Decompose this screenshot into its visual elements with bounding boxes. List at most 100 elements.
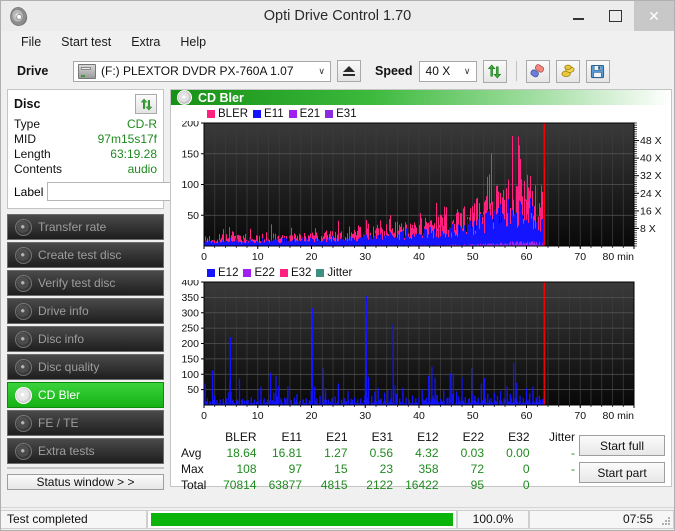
svg-text:60: 60 bbox=[521, 410, 533, 422]
sidebar-item-transfer-rate[interactable]: Transfer rate bbox=[7, 214, 164, 240]
svg-text:300: 300 bbox=[181, 307, 199, 319]
erase-button[interactable] bbox=[525, 59, 550, 83]
sidebar-item-label: FE / TE bbox=[38, 416, 79, 430]
disc-refresh-button[interactable] bbox=[135, 94, 157, 114]
legend-swatch bbox=[253, 110, 262, 118]
elapsed-time: 07:55 bbox=[529, 509, 674, 529]
svg-text:200: 200 bbox=[181, 338, 199, 350]
svg-text:150: 150 bbox=[181, 353, 199, 365]
stats-cell: 16.81 bbox=[271, 446, 302, 460]
menu-item-help[interactable]: Help bbox=[170, 33, 216, 51]
sidebar-item-cd-bler[interactable]: CD Bler bbox=[7, 382, 164, 408]
svg-text:400: 400 bbox=[181, 280, 199, 289]
stats-row-label: Total bbox=[181, 478, 207, 492]
disc-icon bbox=[15, 414, 32, 432]
svg-text:350: 350 bbox=[181, 292, 199, 304]
sidebar-item-label: CD Bler bbox=[38, 388, 81, 402]
disc-row-value: 63:19.28 bbox=[110, 147, 157, 161]
stats-row-max: Max 108 97 15 23 358 72 0 - bbox=[173, 461, 579, 477]
stats-cell: 4.32 bbox=[415, 446, 439, 460]
menu-item-file[interactable]: File bbox=[11, 33, 51, 51]
stats-cell: 0.03 bbox=[460, 446, 484, 460]
legend-label: BLER bbox=[218, 108, 249, 120]
disc-row-key: Type bbox=[14, 117, 41, 131]
progress-fill bbox=[151, 512, 453, 526]
sidebar-item-fe-te[interactable]: FE / TE bbox=[7, 410, 164, 436]
svg-text:48 X: 48 X bbox=[640, 135, 662, 147]
stats-row-label: Avg bbox=[181, 446, 202, 460]
minimize-button[interactable] bbox=[560, 1, 597, 31]
stats-cell: 23 bbox=[379, 462, 393, 476]
legend-label: E21 bbox=[299, 108, 321, 120]
svg-text:30: 30 bbox=[359, 251, 371, 263]
legend-swatch bbox=[207, 269, 215, 277]
legend-label: Jitter bbox=[327, 267, 353, 279]
stats-cell: 0 bbox=[522, 478, 530, 492]
speed-select-value: 40 X bbox=[425, 64, 451, 78]
status-window-button[interactable]: Status window > > bbox=[7, 474, 164, 490]
progress-bar bbox=[147, 509, 457, 529]
resize-grip-icon[interactable] bbox=[661, 517, 671, 527]
stats-col-jitter: Jitter bbox=[548, 430, 575, 444]
sidebar-item-label: Disc quality bbox=[38, 360, 100, 374]
stats-cell: 95 bbox=[470, 478, 484, 492]
drive-select[interactable]: (F:) PLEXTOR DVDR PX-760A 1.07 ∨ bbox=[73, 60, 331, 82]
legend-item-e22: E22 bbox=[243, 267, 275, 279]
stats-row-avg: Avg 18.64 16.81 1.27 0.56 4.32 0.03 0.00… bbox=[173, 445, 579, 461]
sidebar-item-verify-test-disc[interactable]: Verify test disc bbox=[7, 270, 164, 296]
stats-cell: 63877 bbox=[268, 478, 302, 492]
drive-icon bbox=[78, 63, 96, 79]
sidebar-item-label: Transfer rate bbox=[38, 220, 107, 234]
disc-icon bbox=[15, 386, 32, 404]
start-part-button[interactable]: Start part bbox=[579, 462, 665, 483]
refresh-button[interactable] bbox=[482, 59, 507, 83]
bookmark-button[interactable] bbox=[555, 59, 580, 83]
disc-info-header: Disc bbox=[14, 94, 157, 114]
svg-text:50: 50 bbox=[187, 210, 199, 222]
sidebar-item-disc-quality[interactable]: Disc quality bbox=[7, 354, 164, 380]
stats-cell: 358 bbox=[418, 462, 439, 476]
legend-swatch bbox=[243, 269, 252, 277]
app-disc-icon bbox=[7, 5, 29, 28]
svg-text:80 min: 80 min bbox=[602, 251, 634, 263]
legend-label: E31 bbox=[336, 108, 357, 120]
svg-text:32 X: 32 X bbox=[640, 170, 662, 182]
legend-label: E11 bbox=[264, 108, 284, 120]
stats-col-bler: BLER bbox=[225, 430, 257, 444]
stats-cell: 15 bbox=[334, 462, 348, 476]
svg-text:100: 100 bbox=[181, 369, 199, 381]
eject-button[interactable] bbox=[337, 60, 361, 82]
toolbar-divider bbox=[515, 61, 517, 81]
drive-label: Drive bbox=[17, 64, 49, 78]
close-button[interactable]: ✕ bbox=[634, 1, 674, 31]
speed-select[interactable]: 40 X ∨ bbox=[418, 60, 477, 82]
stats-cell: - bbox=[571, 446, 575, 460]
svg-text:50: 50 bbox=[467, 410, 479, 422]
menu-item-start-test[interactable]: Start test bbox=[51, 33, 121, 51]
sidebar-item-label: Drive info bbox=[38, 304, 89, 318]
sidebar-item-extra-tests[interactable]: Extra tests bbox=[7, 438, 164, 464]
svg-text:20: 20 bbox=[306, 251, 318, 263]
sidebar-item-drive-info[interactable]: Drive info bbox=[7, 298, 164, 324]
e12-chart[interactable]: 0 10 20 30 40 50 60 70 80 min 50 100 150 200 250 300 35… bbox=[174, 277, 668, 425]
save-button[interactable] bbox=[585, 59, 610, 83]
status-bar: Test completed 100.0% 07:55 bbox=[1, 507, 674, 530]
stats-col-e22: E22 bbox=[462, 430, 484, 444]
menu-item-extra[interactable]: Extra bbox=[121, 33, 170, 51]
refresh-arrows-icon bbox=[140, 97, 152, 111]
start-buttons: Start full Start part bbox=[579, 429, 669, 493]
bler-chart-legend: BLER E11 E21 E31 bbox=[174, 107, 668, 121]
bler-chart[interactable]: 0 10 20 30 40 50 60 70 80 min 50 100 150 200 8 X 16 X 2… bbox=[174, 118, 668, 266]
svg-text:40 X: 40 X bbox=[640, 153, 662, 165]
svg-text:10: 10 bbox=[252, 251, 264, 263]
chevron-down-icon: ∨ bbox=[463, 65, 471, 76]
start-full-button[interactable]: Start full bbox=[579, 435, 665, 456]
legend-label: E12 bbox=[218, 267, 239, 279]
svg-text:70: 70 bbox=[574, 410, 586, 422]
sidebar-item-create-test-disc[interactable]: Create test disc bbox=[7, 242, 164, 268]
maximize-button[interactable] bbox=[597, 1, 634, 31]
bler-chart-svg: 0 10 20 30 40 50 60 70 80 min 50 100 150 200 8 X 16 X 2… bbox=[181, 118, 662, 264]
app-window: Opti Drive Control 1.70 ✕ File Start tes… bbox=[0, 0, 675, 531]
stats-cell: 16422 bbox=[405, 478, 439, 492]
sidebar-item-disc-info[interactable]: Disc info bbox=[7, 326, 164, 352]
